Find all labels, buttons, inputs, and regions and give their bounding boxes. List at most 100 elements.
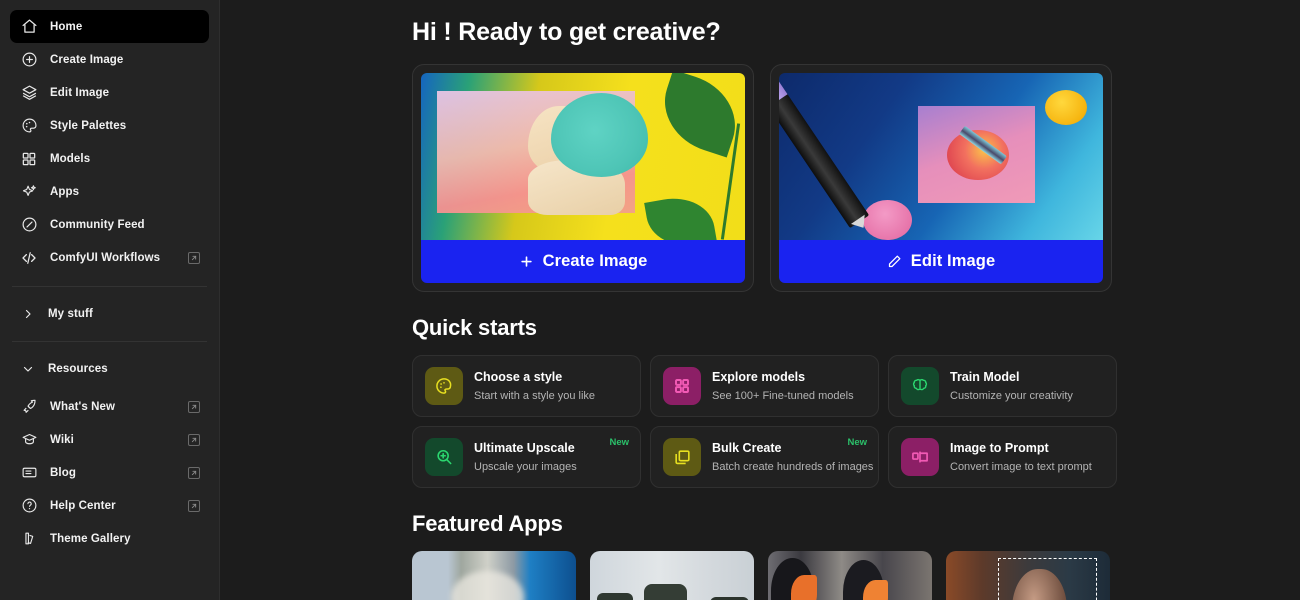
quick-start-choose-a-style[interactable]: Choose a style Start with a style you li… (412, 355, 641, 417)
app-root: Home Create Image Edit Image Style Palet… (0, 0, 1300, 600)
quick-start-title: Train Model (950, 370, 1020, 384)
sidebar-item-label: Models (50, 152, 91, 165)
create-image-card[interactable]: Create Image (412, 64, 754, 292)
sidebar-item-label: Apps (50, 185, 80, 198)
sidebar-section-label: Resources (48, 363, 108, 375)
external-link-icon[interactable] (188, 466, 200, 479)
sidebar-item-comfyui-workflows[interactable]: ComfyUI Workflows (10, 241, 209, 274)
sidebar-item-label: What's New (50, 400, 116, 413)
article-icon (20, 464, 38, 482)
palette-icon (425, 367, 463, 405)
quick-starts-grid: Choose a style Start with a style you li… (412, 355, 1276, 488)
featured-apps-title: Featured Apps (412, 511, 563, 536)
quick-start-subtitle: Convert image to text prompt (950, 461, 1092, 473)
sidebar-item-label: Community Feed (50, 218, 145, 231)
sidebar-item-models[interactable]: Models (10, 142, 209, 175)
graduation-cap-icon (20, 431, 38, 449)
quick-start-ultimate-upscale[interactable]: Ultimate Upscale Upscale your images New (412, 426, 641, 488)
sidebar-item-label: ComfyUI Workflows (50, 251, 161, 264)
plus-icon (519, 254, 534, 269)
quick-start-subtitle: Customize your creativity (950, 390, 1073, 402)
quick-start-subtitle: Upscale your images (474, 461, 577, 473)
quick-start-title: Image to Prompt (950, 441, 1049, 455)
featured-apps-grid (412, 551, 1276, 600)
sparkle-icon (20, 183, 38, 201)
marker-shapes-artwork (779, 73, 1103, 240)
image-text-icon (901, 438, 939, 476)
create-image-button[interactable]: Create Image (421, 240, 745, 283)
compass-icon (20, 216, 38, 234)
sidebar-divider-top (12, 286, 207, 287)
rocket-icon (20, 398, 38, 416)
edit-image-button-label: Edit Image (910, 252, 996, 270)
home-icon (20, 18, 38, 36)
page-title: Hi ! Ready to get creative? (412, 18, 721, 46)
sidebar-item-theme-gallery[interactable]: Theme Gallery (10, 522, 209, 555)
main-content: Hi ! Ready to get creative? Create Image (220, 0, 1300, 600)
featured-app-card[interactable] (412, 551, 576, 600)
palette-icon (20, 117, 38, 135)
portrait-leaves-artwork (421, 73, 745, 240)
create-image-button-label: Create Image (542, 252, 648, 270)
sidebar-item-blog[interactable]: Blog (10, 456, 209, 489)
sidebar-item-label: Blog (50, 466, 76, 479)
quick-start-bulk-create[interactable]: Bulk Create Batch create hundreds of ima… (650, 426, 879, 488)
external-link-icon[interactable] (188, 251, 200, 264)
sidebar-section-my-stuff[interactable]: My stuff (10, 299, 209, 329)
sidebar-item-apps[interactable]: Apps (10, 175, 209, 208)
sidebar-item-wiki[interactable]: Wiki (10, 423, 209, 456)
featured-app-card[interactable] (768, 551, 932, 600)
sidebar-section-label: My stuff (48, 308, 93, 320)
brain-icon (901, 367, 939, 405)
edit-image-button[interactable]: Edit Image (779, 240, 1103, 283)
chevron-right-icon (20, 308, 36, 320)
quick-start-title: Explore models (712, 370, 806, 384)
sidebar-item-create-image[interactable]: Create Image (10, 43, 209, 76)
hero-card-row: Create Image Edit Image (412, 64, 1276, 292)
quick-start-subtitle: Start with a style you like (474, 390, 596, 402)
external-link-icon[interactable] (188, 400, 200, 413)
pencil-icon (887, 254, 902, 269)
featured-app-card[interactable] (590, 551, 754, 600)
sidebar-item-label: Theme Gallery (50, 532, 131, 545)
sidebar-item-community-feed[interactable]: Community Feed (10, 208, 209, 241)
plus-circle-icon (20, 51, 38, 69)
sidebar-item-label: Style Palettes (50, 119, 127, 132)
sidebar-item-style-palettes[interactable]: Style Palettes (10, 109, 209, 142)
quick-start-title: Choose a style (474, 370, 563, 384)
chevron-down-icon (20, 363, 36, 375)
quick-start-subtitle: See 100+ Fine-tuned models (712, 390, 854, 402)
quick-start-explore-models[interactable]: Explore models See 100+ Fine-tuned model… (650, 355, 879, 417)
sidebar: Home Create Image Edit Image Style Palet… (0, 0, 220, 600)
sidebar-divider-bottom (12, 341, 207, 342)
sidebar-item-label: Edit Image (50, 86, 110, 99)
sidebar-section-resources[interactable]: Resources (10, 354, 209, 384)
quick-start-subtitle: Batch create hundreds of images (712, 461, 874, 473)
sidebar-item-label: Home (50, 20, 83, 33)
sidebar-item-label: Create Image (50, 53, 124, 66)
sidebar-item-label: Help Center (50, 499, 116, 512)
sidebar-item-label: Wiki (50, 433, 74, 446)
magnifier-plus-icon (425, 438, 463, 476)
status-badge: New (847, 437, 867, 448)
layers-icon (20, 84, 38, 102)
grid-icon (663, 367, 701, 405)
quick-start-image-to-prompt[interactable]: Image to Prompt Convert image to text pr… (888, 426, 1117, 488)
quick-start-train-model[interactable]: Train Model Customize your creativity (888, 355, 1117, 417)
external-link-icon[interactable] (188, 499, 200, 512)
featured-app-card[interactable] (946, 551, 1110, 600)
status-badge: New (609, 437, 629, 448)
grid-icon (20, 150, 38, 168)
sidebar-item-home[interactable]: Home (10, 10, 209, 43)
sidebar-item-whats-new[interactable]: What's New (10, 390, 209, 423)
edit-image-card[interactable]: Edit Image (770, 64, 1112, 292)
quick-start-title: Ultimate Upscale (474, 441, 575, 455)
question-circle-icon (20, 497, 38, 515)
theme-icon (20, 530, 38, 548)
quick-start-title: Bulk Create (712, 441, 782, 455)
sidebar-item-help-center[interactable]: Help Center (10, 489, 209, 522)
external-link-icon[interactable] (188, 433, 200, 446)
code-icon (20, 249, 38, 267)
copy-icon (663, 438, 701, 476)
sidebar-item-edit-image[interactable]: Edit Image (10, 76, 209, 109)
